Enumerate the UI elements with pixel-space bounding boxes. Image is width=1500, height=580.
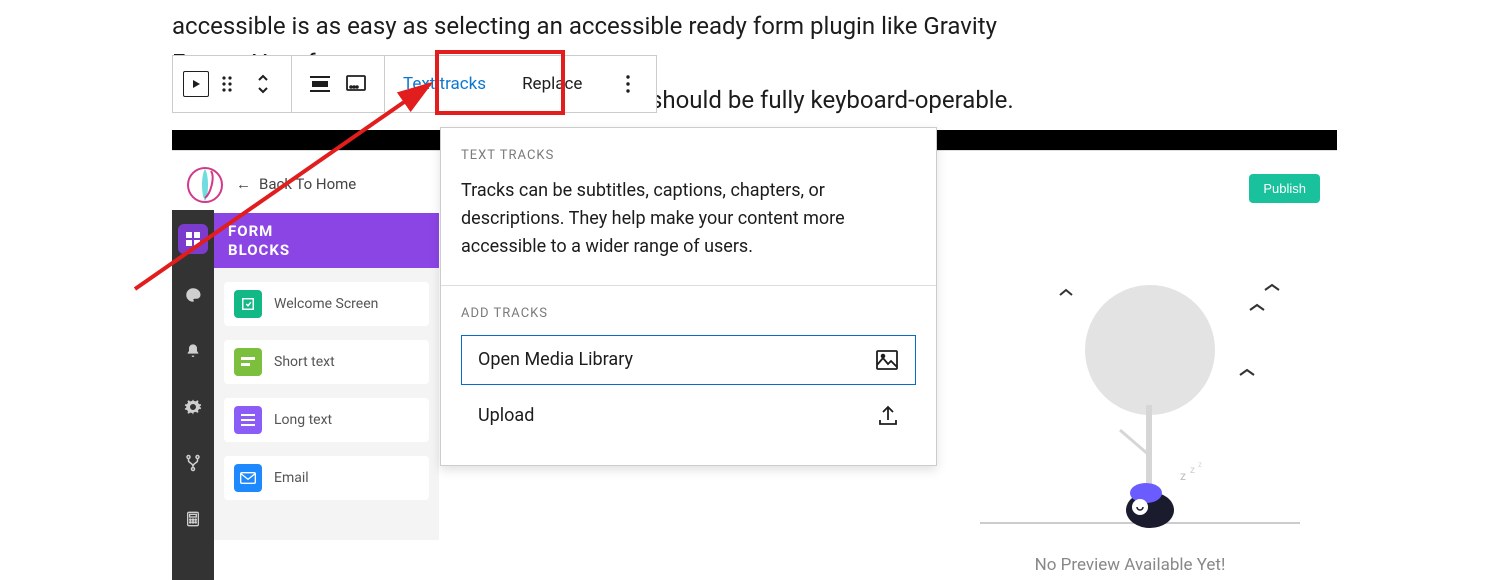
text-tracks-button[interactable]: Text tracks — [385, 56, 504, 112]
drag-handle-icon[interactable] — [209, 66, 245, 102]
svg-text:z: z — [1180, 469, 1186, 483]
open-media-library-option[interactable]: Open Media Library — [461, 335, 916, 385]
move-up-down-icon[interactable] — [245, 66, 281, 102]
publish-button[interactable]: Publish — [1249, 174, 1320, 203]
block-item-short-text[interactable]: Short text — [224, 340, 429, 384]
dropdown-section-label: TEXT TRACKS — [461, 148, 916, 163]
form-blocks-list: Welcome Screen Short text Long text Emai… — [214, 268, 439, 540]
upload-option[interactable]: Upload — [461, 391, 916, 441]
block-item-label: Email — [274, 470, 309, 486]
block-item-label: Long text — [274, 412, 332, 428]
dropdown-description: Tracks can be subtitles, captions, chapt… — [461, 177, 916, 261]
form-blocks-panel-header: FORM BLOCKS — [214, 213, 439, 268]
block-icon — [234, 348, 262, 376]
back-to-home-link[interactable]: ← Back To Home — [236, 175, 356, 193]
block-icon — [234, 406, 262, 434]
dropdown-section-label: ADD TRACKS — [461, 306, 916, 321]
block-item-email[interactable]: Email — [224, 456, 429, 500]
block-item-long-text[interactable]: Long text — [224, 398, 429, 442]
app-logo — [185, 165, 225, 205]
crop-icon[interactable] — [338, 66, 374, 102]
rail-gear-icon[interactable] — [178, 392, 208, 422]
block-toolbar: Text tracks Replace — [172, 55, 657, 113]
preview-panel: z z z No Preview Available Yet! — [940, 255, 1320, 575]
text-tracks-dropdown: TEXT TRACKS Tracks can be subtitles, cap… — [440, 127, 937, 466]
preview-caption: No Preview Available Yet! — [940, 555, 1320, 575]
rail-blocks-icon[interactable] — [178, 224, 208, 254]
left-icon-rail — [172, 210, 214, 580]
image-icon — [875, 349, 899, 371]
svg-text:z: z — [1190, 465, 1195, 476]
block-item-label: Short text — [274, 354, 335, 370]
block-icon — [234, 290, 262, 318]
align-icon[interactable] — [302, 66, 338, 102]
block-type-video-icon[interactable] — [183, 71, 209, 97]
block-item-welcome-screen[interactable]: Welcome Screen — [224, 282, 429, 326]
rail-bell-icon[interactable] — [178, 336, 208, 366]
block-icon — [234, 464, 262, 492]
rail-calculator-icon[interactable] — [178, 504, 208, 534]
block-item-label: Welcome Screen — [274, 296, 378, 312]
back-arrow-icon: ← — [236, 175, 251, 193]
rail-branch-icon[interactable] — [178, 448, 208, 478]
rail-palette-icon[interactable] — [178, 280, 208, 310]
more-options-icon[interactable] — [610, 66, 646, 102]
replace-button[interactable]: Replace — [504, 56, 600, 112]
upload-icon — [877, 405, 899, 427]
svg-text:z: z — [1198, 460, 1202, 469]
back-to-home-label: Back To Home — [259, 175, 356, 193]
